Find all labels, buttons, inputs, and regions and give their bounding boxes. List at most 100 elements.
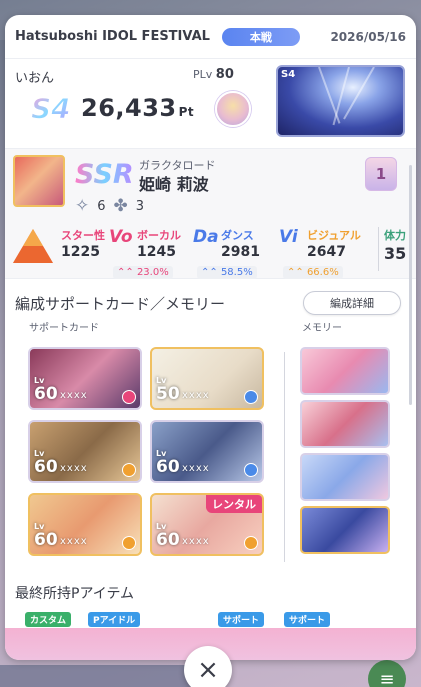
- card-level: Lv 60: [156, 449, 180, 477]
- visual-percent: ⌃⌃ 66.6%: [283, 266, 343, 279]
- close-icon: ×: [197, 655, 219, 685]
- mode-badge: 本戦: [221, 27, 300, 46]
- clover-icon: ✤: [113, 196, 128, 216]
- stat-visual: Vi ビジュアル 2647 ⌃⌃ 66.6%: [279, 227, 361, 279]
- stamina-value: 35: [384, 244, 407, 263]
- item-tag-p-idol: Pアイドル: [88, 612, 141, 627]
- visual-icon: Vi: [279, 227, 298, 247]
- card-dots: xxxx: [60, 390, 88, 401]
- memory-card-2[interactable]: [300, 400, 390, 448]
- concert-thumbnail[interactable]: S4: [276, 65, 405, 137]
- rank-s4-icon: S4: [31, 92, 72, 126]
- card-level-value: 60: [156, 457, 180, 477]
- menu-icon: ≡: [368, 660, 406, 687]
- producer-avatar: [215, 91, 251, 127]
- idol-card-section: SSR ガラクタロード 姫崎 莉波 ✧ 6 ✤ 3 1 スター性 1225 Vo…: [5, 149, 416, 279]
- result-panel: Hatsuboshi IDOL FESTIVAL 本戦 2026/05/16 い…: [5, 15, 416, 660]
- idol-portrait[interactable]: [13, 155, 65, 207]
- support-card-6[interactable]: レンタル Lv 60 xxxx: [150, 493, 264, 556]
- dance-pct-text: 58.5%: [220, 267, 253, 278]
- vocal-icon: Vo: [109, 227, 133, 247]
- lv-prefix: Lv: [34, 376, 45, 385]
- star-count: 6: [97, 198, 106, 214]
- memory-card-4[interactable]: [300, 506, 390, 554]
- card-dots: xxxx: [182, 463, 210, 474]
- card-level-value: 60: [156, 530, 180, 550]
- item-tag-custom: カスタム: [25, 612, 72, 627]
- memory-card-3[interactable]: [300, 453, 390, 501]
- support-card-1[interactable]: Lv 60 xxxx: [28, 347, 142, 410]
- card-level: Lv 50: [156, 376, 180, 404]
- stat-dance: Da ダンス 2981 ⌃⌃ 58.5%: [193, 227, 260, 279]
- rental-badge: レンタル: [206, 495, 262, 513]
- lv-prefix: Lv: [156, 376, 167, 385]
- item-tag-support: サポート: [284, 612, 331, 627]
- date-label: 2026/05/16: [330, 29, 406, 44]
- idol-name: 姫崎 莉波: [139, 175, 209, 194]
- clover-count: 3: [135, 198, 145, 214]
- scrollbar[interactable]: [409, 165, 412, 405]
- support-card-4[interactable]: Lv 60 xxxx: [150, 420, 264, 483]
- lv-prefix: Lv: [34, 449, 45, 458]
- producer-level: PLv 80: [193, 67, 234, 82]
- rank-badge-text: S4: [31, 92, 71, 125]
- plv-label: PLv: [193, 68, 213, 81]
- dance-type-icon: [244, 463, 258, 477]
- sparkle-icon: ✧: [75, 196, 90, 216]
- card-level: Lv 60: [156, 522, 180, 550]
- card-level: Lv 60: [34, 449, 58, 477]
- memory-label: メモリー: [302, 323, 342, 334]
- support-card-label: サポートカード: [29, 323, 99, 334]
- thumb-badge: S4: [281, 69, 296, 80]
- stage-light: [332, 67, 350, 126]
- stat-star: スター性 1225: [61, 227, 105, 260]
- card-dots: xxxx: [182, 536, 210, 547]
- points-number: 26,433: [81, 94, 177, 122]
- stat-stamina: 体力 35: [384, 227, 406, 263]
- card-level-value: 60: [34, 530, 58, 550]
- stat-vocal: Vo ボーカル 1245 ⌃⌃ 23.0%: [109, 227, 181, 279]
- stat-row: スター性 1225 Vo ボーカル 1245 ⌃⌃ 23.0% Da ダンス 2…: [5, 219, 416, 279]
- card-dots: xxxx: [60, 463, 88, 474]
- memory-card-1[interactable]: [300, 347, 390, 395]
- card-dots: xxxx: [182, 390, 210, 401]
- vocal-type-icon: [122, 390, 136, 404]
- formation-detail-button[interactable]: 編成詳細: [303, 291, 401, 315]
- visual-type-icon: [122, 536, 136, 550]
- enhancement-row: ✧ 6 ✤ 3: [75, 196, 144, 216]
- points-value: 26,433 Pt: [81, 94, 194, 122]
- producer-section: いおん PLv 80 S4 26,433 Pt S4: [5, 59, 416, 149]
- close-button[interactable]: ×: [184, 646, 232, 687]
- stat-divider: [378, 227, 379, 271]
- card-level-value: 60: [34, 384, 58, 404]
- dance-icon: Da: [193, 227, 219, 247]
- dance-type-icon: [244, 390, 258, 404]
- panel-header: Hatsuboshi IDOL FESTIVAL 本戦 2026/05/16: [5, 15, 416, 59]
- visual-pct-text: 66.6%: [306, 267, 339, 278]
- stamina-label: 体力: [384, 229, 406, 242]
- points-unit: Pt: [178, 105, 195, 119]
- card-level-value: 60: [34, 457, 58, 477]
- star-pyramid-icon: [13, 229, 53, 263]
- support-card-5[interactable]: Lv 60 xxxx: [28, 493, 142, 556]
- vocal-percent: ⌃⌃ 23.0%: [113, 266, 173, 279]
- item-tag-support: サポート: [218, 612, 265, 627]
- visual-type-icon: [244, 536, 258, 550]
- visual-type-icon: [122, 463, 136, 477]
- lv-prefix: Lv: [156, 522, 167, 531]
- rank-emblem-icon: 1: [365, 157, 397, 191]
- support-card-3[interactable]: Lv 60 xxxx: [28, 420, 142, 483]
- formation-divider: [284, 352, 285, 562]
- card-level-value: 50: [156, 384, 180, 404]
- star-value: 1225: [61, 244, 100, 260]
- vocal-pct-text: 23.0%: [136, 267, 169, 278]
- support-card-2[interactable]: Lv 50 xxxx: [150, 347, 264, 410]
- items-title: 最終所持Pアイテム: [15, 586, 135, 602]
- plv-value: 80: [215, 67, 234, 82]
- card-dots: xxxx: [60, 536, 88, 547]
- lv-prefix: Lv: [156, 449, 167, 458]
- event-name: Hatsuboshi IDOL FESTIVAL: [15, 29, 210, 44]
- card-level: Lv 60: [34, 376, 58, 404]
- formation-title: 編成サポートカード／メモリー: [15, 295, 226, 313]
- card-level: Lv 60: [34, 522, 58, 550]
